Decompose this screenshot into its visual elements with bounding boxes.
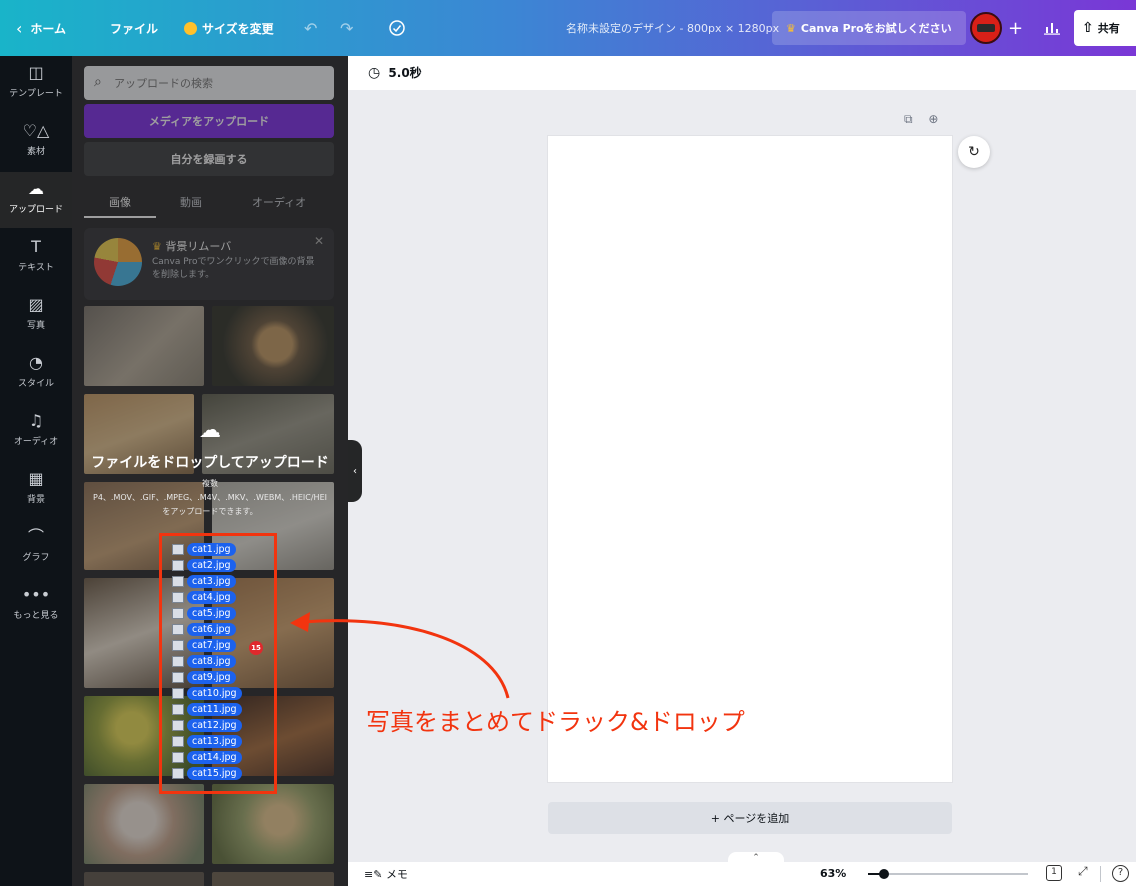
zoom-value[interactable]: 63%	[820, 867, 846, 880]
design-page[interactable]	[548, 136, 952, 782]
resize-label: サイズを変更	[202, 21, 274, 36]
highlight-box	[159, 533, 277, 794]
zoom-slider[interactable]	[868, 869, 1028, 879]
file-menu-button[interactable]: ファイル	[110, 0, 158, 56]
rail-item-label: アップロード	[8, 205, 63, 215]
photo-icon: ▨	[28, 295, 44, 314]
notes-label: メモ	[385, 868, 408, 881]
design-title[interactable]: 名称未設定のデザイン - 800px × 1280px	[566, 0, 779, 56]
rail-item-charts[interactable]: ⌒ グラフ	[0, 520, 72, 576]
rail-item-label: スタイル	[17, 379, 54, 389]
rail-item-label: 写真	[26, 321, 45, 331]
file-label: ファイル	[110, 21, 159, 36]
duplicate-page-icon[interactable]: ⧉	[904, 112, 913, 126]
drop-zone-formats: P4、.MOV、.GIF、.MPEG、.M4V、.MKV、.WEBM、.HEIC…	[93, 493, 327, 502]
template-icon: ◫	[28, 63, 44, 82]
rail-item-label: 背景	[26, 495, 45, 505]
chart-icon: ⌒	[27, 527, 44, 546]
bar-chart-svg	[1044, 23, 1060, 35]
rail-item-templates[interactable]: ◫ テンプレート	[0, 56, 72, 112]
elements-icon: ♡△	[22, 121, 50, 140]
help-icon[interactable]: ?	[1112, 865, 1129, 882]
collapse-panel-button[interactable]: ‹	[348, 440, 362, 502]
more-icon: •••	[21, 585, 51, 604]
add-page-icon[interactable]: ⊕	[928, 112, 938, 126]
rail-item-label: グラフ	[22, 553, 50, 563]
rail-item-label: 素材	[26, 147, 45, 157]
share-label: 共有	[1097, 22, 1120, 35]
palette-icon: ◔	[29, 353, 43, 372]
add-member-icon[interactable]: +	[1008, 0, 1023, 56]
rail-item-audio[interactable]: ♫ オーディオ	[0, 404, 72, 460]
home-label: ホーム	[30, 21, 67, 36]
clock-icon: ◷	[368, 65, 381, 81]
avatar[interactable]	[970, 12, 1002, 44]
drop-zone-title: ファイルをドロップしてアップロード	[91, 455, 329, 471]
annotation-arrow	[290, 612, 510, 699]
rail-item-label: テキスト	[18, 263, 54, 273]
rail-item-label: オーディオ	[13, 437, 59, 447]
fullscreen-icon[interactable]: ⤢	[1078, 864, 1088, 879]
notes-button[interactable]: ≡✎ メモ	[364, 866, 408, 882]
cloud-check-svg	[389, 20, 405, 36]
rail-item-more[interactable]: ••• もっと見る	[0, 578, 72, 634]
notes-icon: ≡✎	[364, 868, 386, 881]
cloud-upload-icon: ☁	[199, 418, 221, 443]
rail-item-photos[interactable]: ▨ 写真	[0, 288, 72, 344]
share-icon: ⇧	[1082, 20, 1094, 36]
refresh-icon[interactable]: ↻	[958, 136, 990, 168]
rail-item-styles[interactable]: ◔ スタイル	[0, 346, 72, 402]
try-pro-button[interactable]: ♛ Canva Proをお試しください	[772, 11, 966, 45]
cloud-saved-icon[interactable]	[388, 0, 406, 56]
crown-icon	[184, 21, 197, 35]
divider	[1100, 866, 1101, 882]
rail-item-label: テンプレート	[9, 89, 63, 99]
music-icon: ♫	[28, 411, 44, 430]
left-rail: ◫ テンプレート ♡△ 素材 ☁ アップロード T テキスト ▨ 写真 ◔ スタ…	[0, 56, 72, 886]
rail-item-uploads[interactable]: ☁ アップロード	[0, 172, 72, 228]
context-toolbar: ◷ 5.0秒	[348, 56, 1136, 90]
upload-icon: ☁	[28, 179, 44, 198]
try-pro-label: Canva Proをお試しください	[800, 22, 952, 35]
rail-item-elements[interactable]: ♡△ 素材	[0, 114, 72, 170]
rail-item-text[interactable]: T テキスト	[0, 230, 72, 286]
annotation-text: 写真をまとめてドラック&ドロップ	[366, 708, 745, 736]
undo-icon[interactable]: ↶	[304, 0, 317, 56]
rail-item-label: もっと見る	[13, 611, 59, 621]
redo-icon[interactable]: ↷	[340, 0, 353, 56]
page-actions: ⧉ ⊕	[904, 112, 950, 127]
duration-value: 5.0秒	[388, 66, 422, 80]
crown-icon: ♛	[786, 21, 796, 35]
home-button[interactable]: ‹ ホーム	[16, 0, 66, 56]
background-icon: ▦	[28, 469, 44, 488]
zoom-slider-handle[interactable]	[879, 869, 889, 879]
text-icon: T	[31, 237, 41, 256]
rail-item-background[interactable]: ▦ 背景	[0, 462, 72, 518]
page-count-button[interactable]: 1	[1046, 865, 1062, 881]
resize-button[interactable]: サイズを変更	[184, 0, 274, 56]
share-button[interactable]: ⇧ 共有	[1074, 10, 1136, 46]
bottom-bar: ≡✎ メモ 63% 1 ⤢ ?	[348, 862, 1136, 886]
avatar-logo	[977, 24, 995, 32]
add-page-button[interactable]: + ページを追加	[548, 802, 952, 834]
chevron-left-icon: ‹	[16, 18, 23, 38]
drop-zone-hint: 複数	[202, 479, 218, 488]
drop-zone-hint-tail: をアップロードできます。	[162, 507, 258, 516]
top-bar: ‹ ホーム ファイル サイズを変更 ↶ ↷ 名称未設定のデザイン - 800px…	[0, 0, 1136, 56]
duration-control[interactable]: ◷ 5.0秒	[368, 64, 422, 81]
insights-icon[interactable]	[1044, 0, 1060, 56]
